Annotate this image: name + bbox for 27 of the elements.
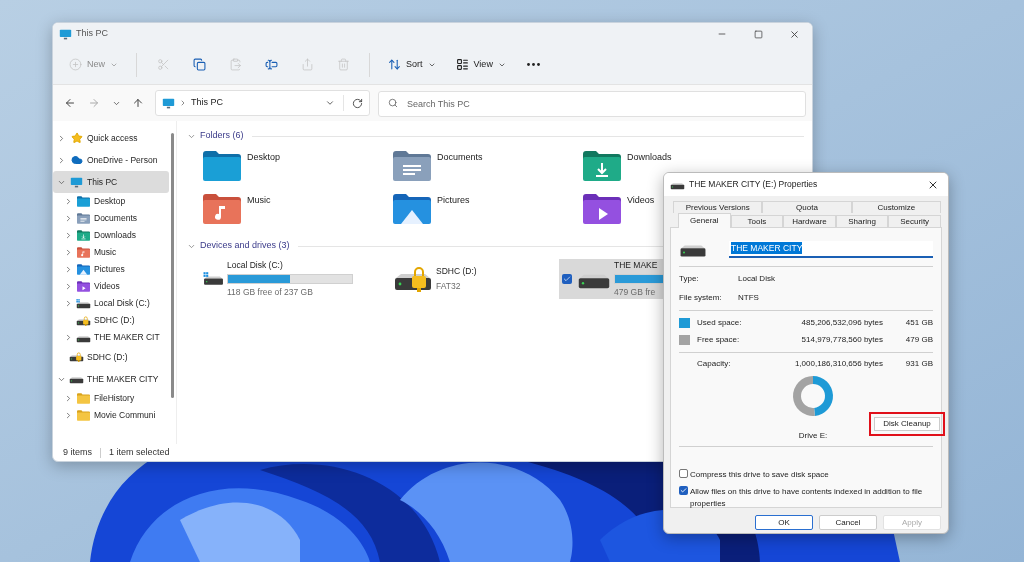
space-size: 479 GB bbox=[904, 334, 933, 346]
window-title: This PC bbox=[76, 27, 108, 41]
chart-title: Drive E: bbox=[798, 430, 828, 442]
folder-name: Desktop bbox=[247, 151, 281, 164]
property-label: Type: bbox=[679, 273, 700, 285]
drive-name: SDHC (D:) bbox=[436, 265, 477, 278]
folder-name: Downloads bbox=[627, 151, 672, 164]
folder-name: Videos bbox=[627, 194, 655, 207]
dialog-title: THE MAKER CITY (E:) Properties bbox=[689, 178, 818, 191]
drive-detail: FAT32 bbox=[436, 280, 461, 293]
capacity-label: Capacity: bbox=[697, 358, 732, 370]
drive-detail: 479 GB fre bbox=[614, 286, 656, 299]
folder-name: Documents bbox=[437, 151, 483, 164]
drive-name: THE MAKE bbox=[614, 259, 658, 272]
capacity-bytes: 1,000,186,310,656 bytes bbox=[793, 358, 883, 370]
space-label: Free space: bbox=[697, 334, 741, 346]
space-label: Used space: bbox=[697, 317, 743, 329]
space-bytes: 514,979,778,560 bytes bbox=[800, 334, 883, 346]
drive-detail: 118 GB free of 237 GB bbox=[227, 286, 313, 299]
drive-name: Local Disk (C:) bbox=[227, 259, 283, 272]
selection-count: 1 item selected bbox=[109, 445, 170, 459]
space-bytes: 485,206,532,096 bytes bbox=[800, 317, 883, 329]
folder-name: Pictures bbox=[437, 194, 470, 207]
item-count: 9 items bbox=[63, 445, 92, 459]
capacity-size: 931 GB bbox=[904, 358, 933, 370]
space-size: 451 GB bbox=[904, 317, 933, 329]
folder-name: Music bbox=[247, 194, 271, 207]
